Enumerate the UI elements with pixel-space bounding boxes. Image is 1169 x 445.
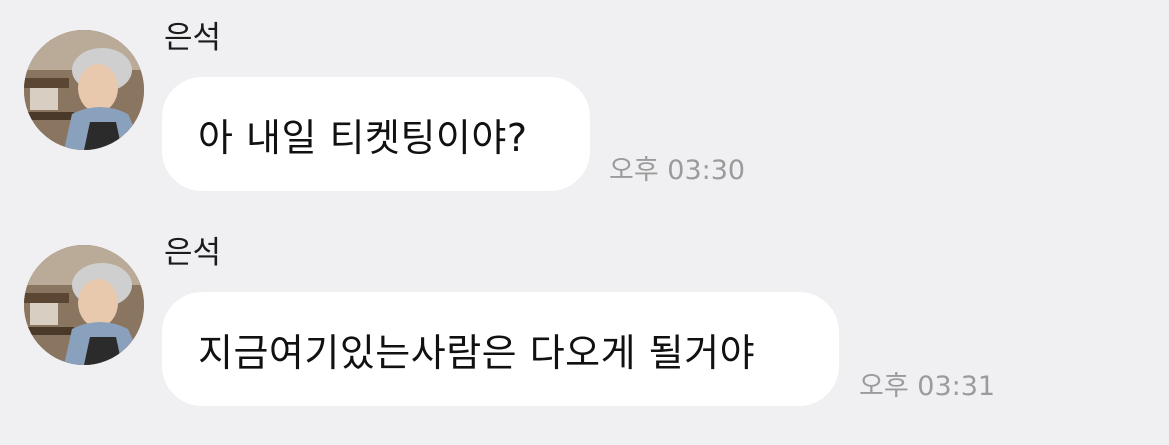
message-bubble[interactable]: 아 내일 티켓팅이야? — [162, 77, 590, 191]
timestamp: 오후 03:31 — [859, 371, 996, 402]
avatar[interactable] — [24, 30, 144, 150]
message-bubble[interactable]: 지금여기있는사람은 다오게 될거야 — [162, 292, 839, 406]
message-row: 은석 지금여기있는사람은 다오게 될거야 오후 03:31 — [0, 235, 1169, 445]
profile-photo-icon — [24, 245, 144, 365]
timestamp: 오후 03:30 — [609, 155, 746, 186]
message-text: 아 내일 티켓팅이야? — [198, 115, 528, 160]
sender-name: 은석 — [164, 20, 222, 56]
message-row: 은석 아 내일 티켓팅이야? 오후 03:30 — [0, 20, 1169, 230]
message-text: 지금여기있는사람은 다오게 될거야 — [198, 330, 756, 375]
avatar[interactable] — [24, 245, 144, 365]
sender-name: 은석 — [164, 235, 222, 271]
profile-photo-icon — [24, 30, 144, 150]
